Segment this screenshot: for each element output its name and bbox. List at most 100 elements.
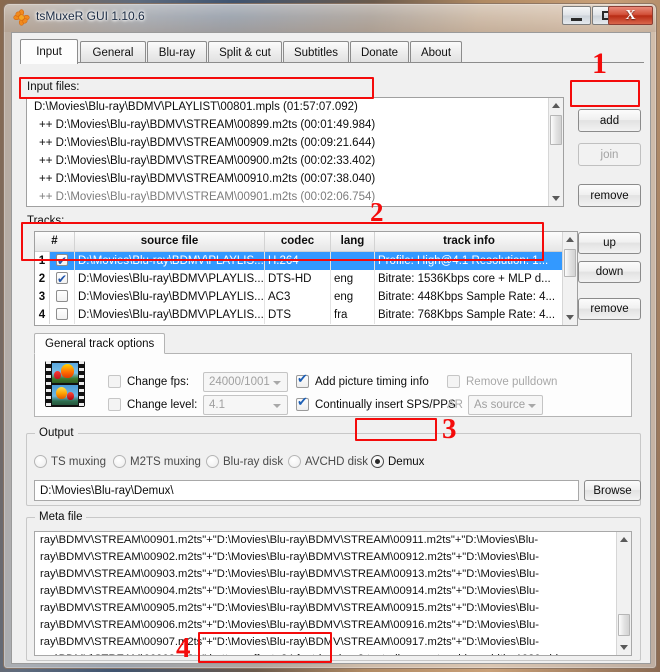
ar-value: As source	[474, 399, 526, 411]
track-checkbox[interactable]	[56, 290, 68, 302]
change-fps-label: Change fps:	[127, 376, 190, 388]
chevron-down-icon	[528, 404, 536, 408]
scroll-down-icon[interactable]	[617, 640, 631, 655]
list-item[interactable]: ++ D:\Movies\Blu-ray\BDMV\STREAM\00909.m…	[27, 134, 563, 152]
list-item[interactable]: ++ D:\Movies\Blu-ray\BDMV\STREAM\00900.m…	[27, 152, 563, 170]
scroll-down-icon[interactable]	[549, 191, 563, 206]
col-header-codec: codec	[265, 232, 331, 251]
cell-lang: fra	[331, 306, 375, 324]
title-bar[interactable]: tsMuxeR GUI 1.10.6 X	[4, 4, 656, 32]
m2ts-muxing-label: M2TS muxing	[130, 456, 201, 468]
cell-lang	[331, 252, 375, 270]
scrollbar-thumb[interactable]	[550, 115, 562, 145]
annotation-number-3: 3	[442, 413, 457, 445]
tracks-table[interactable]: # source file codec lang track info 1 D:…	[34, 231, 578, 326]
down-button[interactable]: down	[578, 261, 641, 283]
close-button[interactable]: X	[608, 6, 653, 25]
m2ts-muxing-radio[interactable]	[113, 455, 126, 468]
tab-donate[interactable]: Donate	[350, 41, 409, 63]
table-row[interactable]: 4 D:\Movies\Blu-ray\BDMV\PLAYLIS... DTS …	[35, 306, 577, 324]
scrollbar-thumb[interactable]	[618, 614, 630, 636]
meta-line: ray\BDMV\STREAM\00902.m2ts"+"D:\Movies\B…	[40, 551, 539, 563]
continually-insert-sps-pps-checkbox[interactable]	[296, 395, 309, 411]
remove-pulldown-checkbox[interactable]	[447, 375, 460, 388]
annotation-number-1: 1	[592, 47, 607, 80]
change-level-combo[interactable]: 4.1	[203, 395, 288, 415]
join-button[interactable]: join	[578, 143, 641, 166]
remove-track-button[interactable]: remove	[578, 298, 641, 320]
tab-input[interactable]: Input	[20, 39, 78, 64]
bluray-disk-radio[interactable]	[206, 455, 219, 468]
track-checkbox[interactable]	[56, 308, 68, 320]
track-checkbox[interactable]	[56, 252, 68, 270]
cell-source: D:\Movies\Blu-ray\BDMV\PLAYLIS...	[75, 306, 265, 324]
avchd-disk-radio[interactable]	[288, 455, 301, 468]
tab-subtitles[interactable]: Subtitles	[283, 41, 349, 63]
general-track-options-tab[interactable]: General track options	[34, 333, 166, 354]
input-files-label: Input files:	[27, 81, 80, 93]
input-files-list[interactable]: D:\Movies\Blu-ray\BDMV\PLAYLIST\00801.mp…	[26, 97, 564, 207]
tab-general[interactable]: General	[80, 41, 146, 63]
meta-line: ray\BDMV\STREAM\00903.m2ts"+"D:\Movies\B…	[40, 568, 539, 580]
scrollbar-thumb[interactable]	[564, 249, 576, 277]
cell-source: D:\Movies\Blu-ray\BDMV\PLAYLIS...	[75, 270, 265, 288]
change-fps-combo[interactable]: 24000/1001	[203, 372, 288, 392]
scroll-up-icon[interactable]	[617, 532, 631, 547]
tab-label: Subtitles	[293, 46, 339, 59]
list-item[interactable]: ++ D:\Movies\Blu-ray\BDMV\STREAM\00910.m…	[27, 170, 563, 188]
minimize-button[interactable]	[562, 6, 591, 25]
table-row[interactable]: 1 D:\Movies\Blu-ray\BDMV\PLAYLIS... H.26…	[35, 252, 577, 270]
cell-codec: H.264	[265, 252, 331, 270]
scroll-up-icon[interactable]	[563, 232, 577, 247]
annotation-number-2: 2	[370, 197, 384, 227]
change-level-checkbox[interactable]	[108, 398, 121, 411]
browse-button-label: Browse	[593, 484, 632, 497]
input-files-scrollbar[interactable]	[548, 98, 563, 206]
table-row[interactable]: 2 D:\Movies\Blu-ray\BDMV\PLAYLIS... DTS-…	[35, 270, 577, 288]
film-strip-icon	[45, 361, 85, 407]
add-picture-timing-info-label: Add picture timing info	[315, 376, 429, 388]
scroll-up-icon[interactable]	[549, 98, 563, 113]
scroll-down-icon[interactable]	[563, 310, 577, 325]
track-checkbox[interactable]	[56, 270, 68, 288]
col-header-lang: lang	[331, 232, 375, 251]
tab-split-cut[interactable]: Split & cut	[208, 41, 282, 63]
list-item[interactable]: ++ D:\Movies\Blu-ray\BDMV\STREAM\00901.m…	[27, 188, 563, 206]
meta-file-textarea[interactable]: ray\BDMV\STREAM\00901.m2ts"+"D:\Movies\B…	[34, 531, 632, 656]
ts-muxing-radio[interactable]	[34, 455, 47, 468]
output-path-input[interactable]: D:\Movies\Blu-ray\Demux\	[34, 480, 579, 501]
output-group-title: Output	[35, 427, 78, 439]
meta-file-scrollbar[interactable]	[616, 532, 631, 655]
change-fps-checkbox[interactable]	[108, 375, 121, 388]
list-item[interactable]: D:\Movies\Blu-ray\BDMV\PLAYLIST\00801.mp…	[27, 98, 563, 116]
table-row[interactable]: 3 D:\Movies\Blu-ray\BDMV\PLAYLIS... AC3 …	[35, 288, 577, 306]
add-picture-timing-info-checkbox[interactable]	[296, 372, 309, 388]
general-track-options-group: General track options Change fps: 24000/…	[34, 333, 632, 417]
meta-line: ray\BDMV\STREAM\00908.m2ts",bottom-offse…	[35, 651, 631, 655]
application-window: tsMuxeR GUI 1.10.6 X Input General Blu-r…	[3, 3, 657, 669]
cell-info: Profile: High@4.1 Resolution: 1...	[378, 255, 549, 267]
tracks-scrollbar[interactable]	[562, 232, 577, 325]
cell-codec: DTS	[265, 306, 331, 324]
tab-label: Blu-ray	[158, 46, 196, 59]
cell-checkbox[interactable]	[50, 270, 75, 288]
cell-checkbox[interactable]	[50, 252, 75, 270]
tab-bluray[interactable]: Blu-ray	[147, 41, 207, 63]
remove-input-button[interactable]: remove	[578, 184, 641, 207]
ar-combo[interactable]: As source	[468, 395, 543, 415]
list-item[interactable]: ++ D:\Movies\Blu-ray\BDMV\STREAM\00899.m…	[27, 116, 563, 134]
cell-source: D:\Movies\Blu-ray\BDMV\PLAYLIS...	[75, 252, 265, 270]
avchd-disk-label: AVCHD disk	[305, 456, 369, 468]
cell-info: Bitrate: 1536Kbps core + MLP d...	[378, 273, 551, 285]
cell-num: 4	[35, 306, 50, 324]
tracks-table-header: # source file codec lang track info	[35, 232, 577, 252]
demux-radio[interactable]	[371, 455, 384, 468]
browse-button[interactable]: Browse	[584, 480, 641, 501]
add-button[interactable]: add	[578, 109, 641, 132]
tab-label: General	[92, 46, 134, 59]
cell-checkbox[interactable]	[50, 306, 75, 324]
cell-checkbox[interactable]	[50, 288, 75, 306]
general-track-options-panel: Change fps: 24000/1001 Add picture timin…	[34, 353, 632, 417]
tab-about[interactable]: About	[410, 41, 462, 63]
up-button[interactable]: up	[578, 232, 641, 254]
